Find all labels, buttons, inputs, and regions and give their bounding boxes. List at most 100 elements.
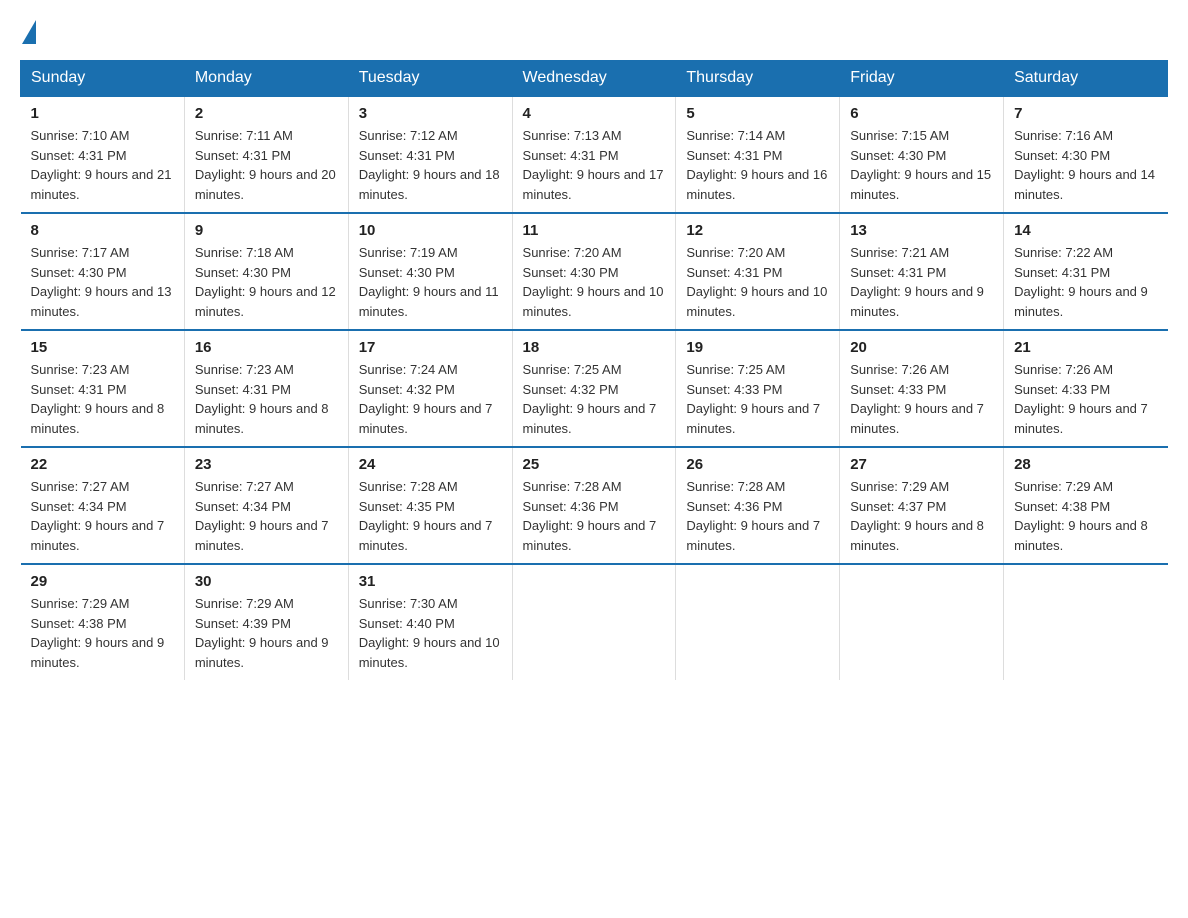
day-info: Sunrise: 7:16 AM Sunset: 4:30 PM Dayligh… <box>1014 126 1157 204</box>
day-info: Sunrise: 7:25 AM Sunset: 4:32 PM Dayligh… <box>523 360 666 438</box>
day-info: Sunrise: 7:28 AM Sunset: 4:36 PM Dayligh… <box>523 477 666 555</box>
day-info: Sunrise: 7:18 AM Sunset: 4:30 PM Dayligh… <box>195 243 338 321</box>
day-number: 13 <box>850 222 993 239</box>
logo-triangle-icon <box>22 20 36 44</box>
day-number: 11 <box>523 222 666 239</box>
calendar-cell: 1 Sunrise: 7:10 AM Sunset: 4:31 PM Dayli… <box>21 96 185 213</box>
day-number: 30 <box>195 573 338 590</box>
calendar-cell: 7 Sunrise: 7:16 AM Sunset: 4:30 PM Dayli… <box>1004 96 1168 213</box>
calendar-cell: 14 Sunrise: 7:22 AM Sunset: 4:31 PM Dayl… <box>1004 213 1168 330</box>
day-info: Sunrise: 7:28 AM Sunset: 4:36 PM Dayligh… <box>686 477 829 555</box>
calendar-cell: 27 Sunrise: 7:29 AM Sunset: 4:37 PM Dayl… <box>840 447 1004 564</box>
day-info: Sunrise: 7:13 AM Sunset: 4:31 PM Dayligh… <box>523 126 666 204</box>
calendar-cell: 22 Sunrise: 7:27 AM Sunset: 4:34 PM Dayl… <box>21 447 185 564</box>
calendar-cell: 24 Sunrise: 7:28 AM Sunset: 4:35 PM Dayl… <box>348 447 512 564</box>
day-info: Sunrise: 7:26 AM Sunset: 4:33 PM Dayligh… <box>1014 360 1157 438</box>
calendar-week-row: 15 Sunrise: 7:23 AM Sunset: 4:31 PM Dayl… <box>21 330 1168 447</box>
day-number: 19 <box>686 339 829 356</box>
day-number: 4 <box>523 105 666 122</box>
day-info: Sunrise: 7:20 AM Sunset: 4:31 PM Dayligh… <box>686 243 829 321</box>
day-number: 14 <box>1014 222 1157 239</box>
day-number: 6 <box>850 105 993 122</box>
day-number: 25 <box>523 456 666 473</box>
calendar-cell: 30 Sunrise: 7:29 AM Sunset: 4:39 PM Dayl… <box>184 564 348 680</box>
calendar-cell: 3 Sunrise: 7:12 AM Sunset: 4:31 PM Dayli… <box>348 96 512 213</box>
day-info: Sunrise: 7:15 AM Sunset: 4:30 PM Dayligh… <box>850 126 993 204</box>
day-number: 3 <box>359 105 502 122</box>
weekday-header-saturday: Saturday <box>1004 61 1168 97</box>
calendar-cell <box>1004 564 1168 680</box>
calendar-cell: 28 Sunrise: 7:29 AM Sunset: 4:38 PM Dayl… <box>1004 447 1168 564</box>
day-info: Sunrise: 7:17 AM Sunset: 4:30 PM Dayligh… <box>31 243 174 321</box>
calendar-cell: 9 Sunrise: 7:18 AM Sunset: 4:30 PM Dayli… <box>184 213 348 330</box>
calendar-cell: 12 Sunrise: 7:20 AM Sunset: 4:31 PM Dayl… <box>676 213 840 330</box>
calendar-header: SundayMondayTuesdayWednesdayThursdayFrid… <box>21 61 1168 97</box>
day-number: 18 <box>523 339 666 356</box>
calendar-cell: 17 Sunrise: 7:24 AM Sunset: 4:32 PM Dayl… <box>348 330 512 447</box>
day-info: Sunrise: 7:10 AM Sunset: 4:31 PM Dayligh… <box>31 126 174 204</box>
weekday-header-tuesday: Tuesday <box>348 61 512 97</box>
day-number: 21 <box>1014 339 1157 356</box>
day-number: 22 <box>31 456 174 473</box>
logo <box>20 20 36 40</box>
day-info: Sunrise: 7:23 AM Sunset: 4:31 PM Dayligh… <box>195 360 338 438</box>
weekday-header-sunday: Sunday <box>21 61 185 97</box>
calendar-cell: 6 Sunrise: 7:15 AM Sunset: 4:30 PM Dayli… <box>840 96 1004 213</box>
day-info: Sunrise: 7:11 AM Sunset: 4:31 PM Dayligh… <box>195 126 338 204</box>
day-number: 29 <box>31 573 174 590</box>
calendar-cell: 5 Sunrise: 7:14 AM Sunset: 4:31 PM Dayli… <box>676 96 840 213</box>
calendar-cell <box>676 564 840 680</box>
calendar-cell: 18 Sunrise: 7:25 AM Sunset: 4:32 PM Dayl… <box>512 330 676 447</box>
calendar-week-row: 29 Sunrise: 7:29 AM Sunset: 4:38 PM Dayl… <box>21 564 1168 680</box>
calendar-cell: 21 Sunrise: 7:26 AM Sunset: 4:33 PM Dayl… <box>1004 330 1168 447</box>
day-info: Sunrise: 7:23 AM Sunset: 4:31 PM Dayligh… <box>31 360 174 438</box>
day-info: Sunrise: 7:14 AM Sunset: 4:31 PM Dayligh… <box>686 126 829 204</box>
day-number: 2 <box>195 105 338 122</box>
day-number: 17 <box>359 339 502 356</box>
day-number: 20 <box>850 339 993 356</box>
weekday-header-wednesday: Wednesday <box>512 61 676 97</box>
calendar-cell: 19 Sunrise: 7:25 AM Sunset: 4:33 PM Dayl… <box>676 330 840 447</box>
day-number: 31 <box>359 573 502 590</box>
day-info: Sunrise: 7:27 AM Sunset: 4:34 PM Dayligh… <box>31 477 174 555</box>
calendar-cell: 16 Sunrise: 7:23 AM Sunset: 4:31 PM Dayl… <box>184 330 348 447</box>
day-number: 16 <box>195 339 338 356</box>
day-number: 24 <box>359 456 502 473</box>
weekday-header-thursday: Thursday <box>676 61 840 97</box>
calendar-cell: 26 Sunrise: 7:28 AM Sunset: 4:36 PM Dayl… <box>676 447 840 564</box>
day-info: Sunrise: 7:29 AM Sunset: 4:38 PM Dayligh… <box>1014 477 1157 555</box>
day-number: 28 <box>1014 456 1157 473</box>
calendar-cell: 20 Sunrise: 7:26 AM Sunset: 4:33 PM Dayl… <box>840 330 1004 447</box>
logo-text-block <box>20 20 36 40</box>
day-number: 10 <box>359 222 502 239</box>
day-number: 8 <box>31 222 174 239</box>
day-info: Sunrise: 7:29 AM Sunset: 4:39 PM Dayligh… <box>195 594 338 672</box>
day-number: 12 <box>686 222 829 239</box>
page-header <box>20 20 1168 40</box>
calendar-cell: 4 Sunrise: 7:13 AM Sunset: 4:31 PM Dayli… <box>512 96 676 213</box>
calendar-cell: 31 Sunrise: 7:30 AM Sunset: 4:40 PM Dayl… <box>348 564 512 680</box>
day-number: 7 <box>1014 105 1157 122</box>
day-info: Sunrise: 7:25 AM Sunset: 4:33 PM Dayligh… <box>686 360 829 438</box>
day-info: Sunrise: 7:12 AM Sunset: 4:31 PM Dayligh… <box>359 126 502 204</box>
day-info: Sunrise: 7:19 AM Sunset: 4:30 PM Dayligh… <box>359 243 502 321</box>
day-number: 1 <box>31 105 174 122</box>
day-info: Sunrise: 7:28 AM Sunset: 4:35 PM Dayligh… <box>359 477 502 555</box>
day-number: 27 <box>850 456 993 473</box>
calendar-cell: 29 Sunrise: 7:29 AM Sunset: 4:38 PM Dayl… <box>21 564 185 680</box>
calendar-cell: 11 Sunrise: 7:20 AM Sunset: 4:30 PM Dayl… <box>512 213 676 330</box>
day-info: Sunrise: 7:30 AM Sunset: 4:40 PM Dayligh… <box>359 594 502 672</box>
day-info: Sunrise: 7:26 AM Sunset: 4:33 PM Dayligh… <box>850 360 993 438</box>
calendar-week-row: 1 Sunrise: 7:10 AM Sunset: 4:31 PM Dayli… <box>21 96 1168 213</box>
day-info: Sunrise: 7:29 AM Sunset: 4:38 PM Dayligh… <box>31 594 174 672</box>
calendar-cell: 23 Sunrise: 7:27 AM Sunset: 4:34 PM Dayl… <box>184 447 348 564</box>
calendar-cell <box>512 564 676 680</box>
calendar-cell: 10 Sunrise: 7:19 AM Sunset: 4:30 PM Dayl… <box>348 213 512 330</box>
day-number: 9 <box>195 222 338 239</box>
calendar-body: 1 Sunrise: 7:10 AM Sunset: 4:31 PM Dayli… <box>21 96 1168 680</box>
day-number: 5 <box>686 105 829 122</box>
day-number: 15 <box>31 339 174 356</box>
weekday-header-row: SundayMondayTuesdayWednesdayThursdayFrid… <box>21 61 1168 97</box>
day-info: Sunrise: 7:20 AM Sunset: 4:30 PM Dayligh… <box>523 243 666 321</box>
calendar-cell: 13 Sunrise: 7:21 AM Sunset: 4:31 PM Dayl… <box>840 213 1004 330</box>
